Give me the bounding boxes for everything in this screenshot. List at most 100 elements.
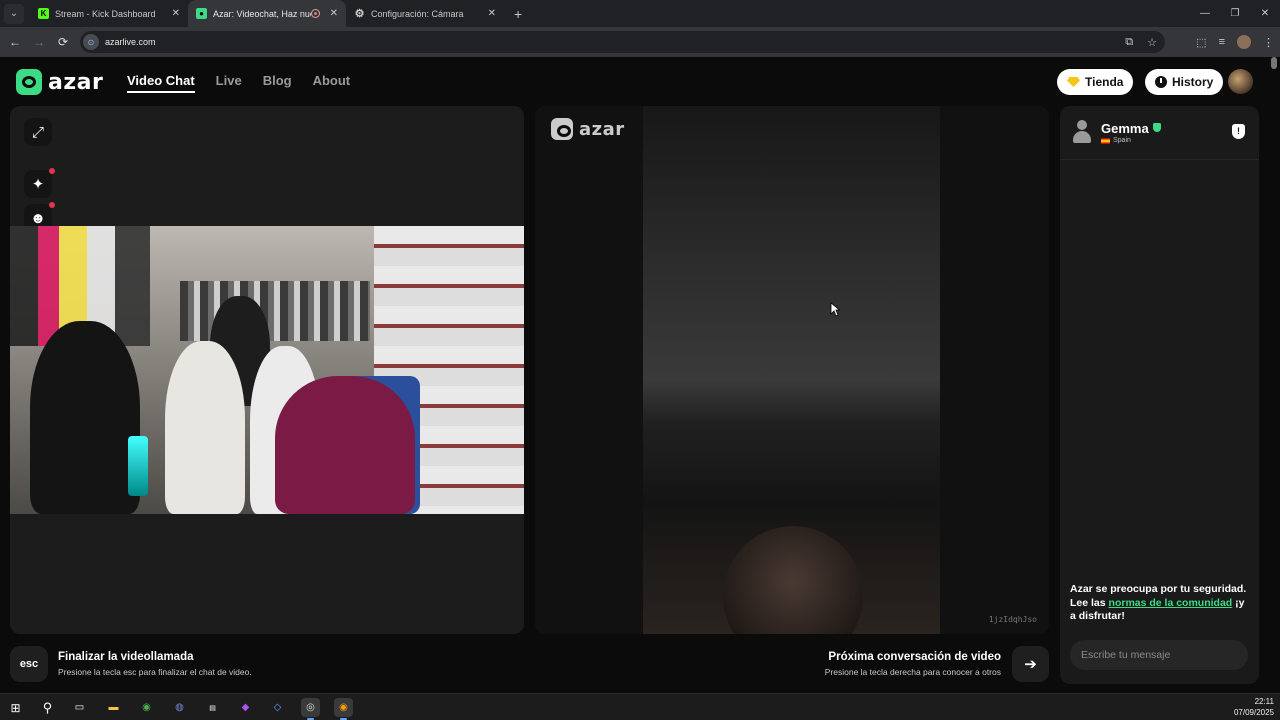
minimize-icon[interactable]: — — [1190, 0, 1220, 27]
user-avatar[interactable] — [1228, 69, 1253, 94]
report-shield-icon[interactable]: ! — [1232, 124, 1245, 139]
profile-avatar-icon[interactable] — [1237, 35, 1251, 49]
history-button[interactable]: History — [1145, 69, 1224, 95]
close-window-icon[interactable]: ✕ — [1250, 0, 1280, 27]
end-call-button[interactable]: esc — [10, 646, 48, 682]
next-call-subtitle: Presione la tecla derecha para conocer a… — [824, 667, 1001, 677]
bookmark-star-icon[interactable]: ☆ — [1147, 36, 1157, 49]
site-info-icon[interactable]: ⊙ — [83, 34, 99, 50]
message-input[interactable] — [1070, 640, 1248, 670]
cast-icon[interactable]: ⧉ — [1125, 36, 1133, 49]
address-bar[interactable]: ⊙ azarlive.com ⧉ ☆ — [80, 31, 1165, 53]
new-tab-button[interactable]: + — [514, 6, 522, 22]
close-tab-icon[interactable]: ✕ — [172, 8, 180, 19]
nav-about[interactable]: About — [313, 73, 351, 93]
next-arrow-button[interactable]: ➔ — [1012, 646, 1049, 682]
chat-header: Gemma Spain ! — [1060, 106, 1259, 160]
chat-panel: Gemma Spain ! Azar se preocupa por tu se… — [1060, 106, 1259, 684]
url-text[interactable]: azarlive.com — [105, 37, 156, 47]
forward-arrow-icon[interactable]: → — [27, 35, 51, 49]
gear-icon: ⚙ — [354, 8, 365, 20]
nav-blog[interactable]: Blog — [263, 73, 292, 93]
end-call-subtitle: Presione la tecla esc para finalizar el … — [58, 667, 252, 677]
verified-badge-icon — [1152, 123, 1161, 132]
close-tab-icon[interactable]: ✕ — [488, 8, 496, 19]
effects-sparkle-icon[interactable]: ✦ — [24, 168, 55, 198]
tab-kick-dashboard[interactable]: K Stream - Kick Dashboard ✕ — [30, 0, 188, 27]
obs-icon[interactable]: ◎ — [301, 698, 320, 720]
logo-text: azar — [48, 69, 104, 95]
country-text: Spain — [1113, 137, 1131, 144]
azar-watermark: azar — [551, 118, 625, 140]
partner-camera-feed — [643, 106, 940, 634]
partner-country: Spain — [1101, 137, 1131, 144]
azar-logo-icon — [16, 69, 42, 95]
chrome-icon[interactable]: ◉ — [334, 698, 353, 720]
nav-video-chat[interactable]: Video Chat — [127, 73, 195, 93]
notification-dot — [49, 168, 55, 174]
notification-dot — [49, 202, 55, 208]
watermark-id: 1jzIdqhJso — [988, 615, 1037, 624]
arrow-right-icon: ➔ — [1024, 656, 1037, 673]
tab-title: Azar: Videochat, Haz nuevo — [213, 8, 311, 19]
main-nav: Video Chat Live Blog About — [127, 73, 350, 93]
recording-indicator-icon — [310, 9, 320, 18]
self-camera-feed — [10, 226, 524, 514]
file-explorer-icon[interactable]: ▬ — [104, 698, 123, 717]
chrome-icon[interactable]: ◉ — [137, 698, 156, 717]
person-silhouette — [30, 321, 140, 514]
kick-favicon-icon: K — [38, 8, 49, 19]
browser-toolbar: ← → ⟳ ⊙ azarlive.com ⧉ ☆ ⬚ ≡ ⋮ — [0, 27, 1280, 57]
task-view-icon[interactable]: ▭ — [70, 698, 89, 717]
restore-icon[interactable]: ❐ — [1220, 0, 1250, 27]
reload-icon[interactable]: ⟳ — [51, 35, 75, 49]
store-label: Tienda — [1085, 75, 1124, 89]
partner-avatar-icon[interactable] — [1072, 120, 1092, 144]
azar-logo-icon — [551, 118, 573, 140]
app-icon[interactable]: ▤ — [203, 698, 222, 717]
store-button[interactable]: Tienda — [1057, 69, 1134, 95]
scrollbar-thumb[interactable] — [1271, 57, 1277, 69]
azar-favicon-icon: ● — [196, 8, 207, 19]
mouse-cursor-icon — [830, 302, 840, 317]
person-silhouette — [165, 341, 245, 514]
partner-name[interactable]: Gemma — [1101, 121, 1161, 136]
bg-clothing-rack — [180, 281, 370, 341]
tab-title: Stream - Kick Dashboard — [55, 8, 156, 19]
extensions-icon[interactable]: ⬚ — [1196, 36, 1206, 49]
safety-notice: Azar se preocupa por tu seguridad. Lee l… — [1070, 583, 1252, 624]
tab-camera-settings[interactable]: ⚙ Configuración: Cámara ✕ — [346, 0, 504, 27]
search-icon[interactable]: ⚲ — [38, 698, 57, 717]
windows-start-icon[interactable]: ⊞ — [6, 698, 25, 717]
azar-logo[interactable]: azar — [16, 69, 103, 95]
partner-video-panel: azar 1jzIdqhJso — [535, 106, 1049, 634]
browser-tab-bar: ⌄ K Stream - Kick Dashboard ✕ ● Azar: Vi… — [0, 0, 1280, 27]
app-icon[interactable]: ◆ — [236, 698, 255, 717]
tab-search-button[interactable]: ⌄ — [4, 3, 24, 24]
tab-title: Configuración: Cámara — [371, 8, 464, 19]
person-silhouette — [275, 376, 415, 514]
close-tab-icon[interactable]: ✕ — [330, 8, 338, 19]
discord-icon[interactable]: ◍ — [170, 698, 189, 717]
watermark-text: azar — [579, 118, 625, 140]
window-controls: — ❐ ✕ — [1190, 0, 1280, 27]
next-call-title: Próxima conversación de video — [828, 651, 1001, 663]
end-call-title: Finalizar la videollamada — [58, 651, 194, 663]
menu-kebab-icon[interactable]: ⋮ — [1263, 36, 1274, 49]
media-controls-icon[interactable]: ≡ — [1219, 36, 1225, 48]
clock-time: 22:11 — [1254, 697, 1274, 706]
gem-icon — [1067, 77, 1080, 87]
partner-name-text: Gemma — [1101, 121, 1149, 136]
community-rules-link[interactable]: normas de la comunidad — [1109, 597, 1233, 609]
azar-page: azar Video Chat Live Blog About Tienda H… — [0, 57, 1280, 693]
nav-live[interactable]: Live — [216, 73, 242, 93]
expand-icon[interactable]: ⤢ — [24, 118, 52, 146]
history-label: History — [1172, 75, 1214, 89]
app-icon[interactable]: ◇ — [268, 698, 287, 717]
partner-face — [723, 526, 863, 634]
back-arrow-icon[interactable]: ← — [3, 35, 27, 49]
clock-icon — [1155, 76, 1167, 88]
spain-flag-icon — [1101, 137, 1110, 144]
tab-azar-videochat[interactable]: ● Azar: Videochat, Haz nuevo ✕ — [188, 0, 346, 27]
system-clock[interactable]: 22:11 07/09/2025 — [1234, 696, 1274, 718]
